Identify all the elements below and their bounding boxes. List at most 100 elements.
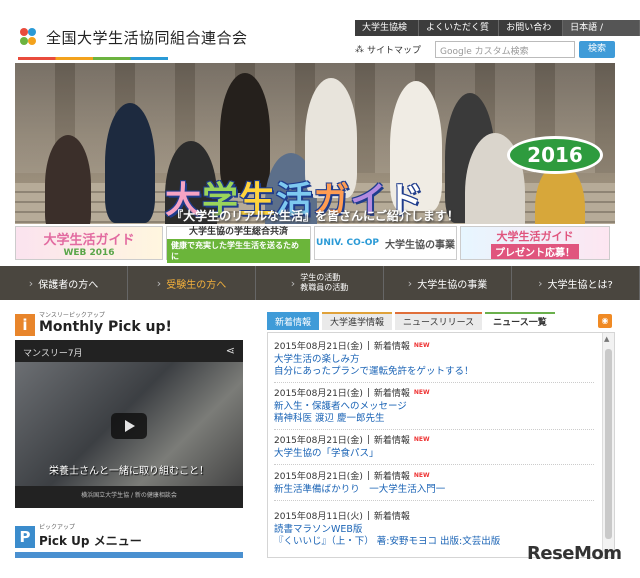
main-navigation: › 保護者の方へ › 受験生の方へ › 学生の活動 教職員の活動 › 大学生協の… bbox=[0, 266, 640, 300]
monthly-kana: マンスリーピックアップ bbox=[39, 312, 105, 319]
nav-applicants-label: 受験生の方へ bbox=[166, 279, 227, 291]
pickup-menu-heading: P ピックアップ Pick Up メニュー bbox=[15, 522, 245, 548]
news-item[interactable]: 2015年08月21日(金) | 新着情報 NEW 大学生協の「学食パス」 bbox=[274, 433, 594, 465]
banner-coop-business[interactable]: UNIV. CO-OP 大学生協の事業 bbox=[314, 226, 457, 260]
chevron-right-icon: › bbox=[290, 276, 296, 290]
tab-admission-info[interactable]: 大学進学情報 bbox=[322, 312, 393, 330]
pickup-menu-bar bbox=[15, 552, 243, 558]
banner-guide-web-sub: WEB 2016 bbox=[63, 247, 115, 258]
sitemap-link[interactable]: ⁂ サイトマップ bbox=[355, 43, 422, 57]
pickup-title: Pick Up メニュー bbox=[39, 534, 142, 548]
new-badge: NEW bbox=[413, 472, 430, 479]
monthly-title: Monthly Pick up! bbox=[39, 319, 172, 335]
news-meta: 2015年08月11日(火) | 新着情報 bbox=[274, 510, 410, 523]
news-category: 新着情報 bbox=[373, 512, 410, 522]
new-badge: NEW bbox=[413, 436, 430, 443]
video-title[interactable]: マンスリー7月 bbox=[23, 346, 83, 359]
nav-parents-label: 保護者の方へ bbox=[38, 279, 99, 291]
news-link[interactable]: 新生活準備ばかりり 一大学生活入門一 bbox=[274, 484, 594, 496]
hero-subtitle: 『大学生のリアルな生活』を皆さんにご紹介します！ bbox=[171, 209, 459, 223]
news-link[interactable]: 読書マラソンWEB版 bbox=[274, 524, 594, 536]
news-meta: 2015年08月21日(金) | 新着情報 NEW bbox=[274, 340, 430, 353]
tab-whats-new[interactable]: 新着情報 bbox=[267, 312, 320, 330]
news-date: 2015年08月11日(火) bbox=[274, 512, 363, 522]
play-button[interactable] bbox=[111, 413, 147, 439]
news-link[interactable]: 大学生協の「学食パス」 bbox=[274, 448, 594, 460]
new-badge: NEW bbox=[413, 342, 430, 349]
scroll-up-icon[interactable]: ▲ bbox=[604, 335, 609, 343]
news-item[interactable]: 2015年08月21日(金) | 新着情報 NEW 新入生・保護者へのメッセージ 精神… bbox=[274, 386, 594, 430]
top-navigation: 大学生協検索 よくいただく質問 お問い合わせ 日本語 / English bbox=[355, 20, 640, 49]
video-subcaption: 横浜国立大学生協 / 新の健康相談会 bbox=[81, 492, 177, 499]
search-input[interactable]: Google カスタム検索 bbox=[435, 41, 575, 58]
banner-mutual-aid-tag: 健康で充実した学生生活を送るために bbox=[167, 238, 310, 263]
video-player[interactable]: マンスリー7月 ⋖ 栄養士さんと一緒に取り組むこと！ 横浜国立大学生協 / 新の… bbox=[15, 340, 243, 508]
language-switch[interactable]: 日本語 / English bbox=[563, 20, 640, 49]
news-scrollbar[interactable]: ▲ ▼ bbox=[602, 333, 614, 557]
topnav-faq[interactable]: よくいただく質問 bbox=[418, 20, 500, 49]
scroll-thumb[interactable] bbox=[605, 349, 612, 539]
nav-about-label: 大学生協とは? bbox=[547, 279, 613, 291]
news-category: 新着情報 bbox=[373, 389, 410, 399]
news-meta: 2015年08月21日(金) | 新着情報 NEW bbox=[274, 470, 430, 483]
info-icon: i bbox=[15, 314, 35, 336]
news-date: 2015年08月21日(金) bbox=[274, 472, 363, 482]
tab-news-list[interactable]: ニュース一覧 bbox=[485, 312, 555, 330]
pickup-icon: P bbox=[15, 526, 35, 548]
banner-present[interactable]: 大学生活ガイド プレゼント応募！ bbox=[460, 226, 610, 260]
news-item[interactable]: 2015年08月21日(金) | 新着情報 NEW 大学生活の楽しみ方 自分にあったプ… bbox=[274, 339, 594, 383]
news-item[interactable]: 2015年08月21日(金) | 新着情報 NEW 新生活準備ばかりり 一大学生活入門… bbox=[274, 469, 594, 501]
topnav-contact[interactable]: お問い合わせ bbox=[499, 20, 564, 49]
banner-present-sub: プレゼント応募！ bbox=[491, 243, 579, 259]
coop-logo-icon[interactable] bbox=[18, 26, 38, 48]
hero-person bbox=[45, 135, 91, 235]
resemom-watermark-logo: ReseMom bbox=[527, 543, 622, 564]
rss-icon[interactable]: ◉ bbox=[598, 314, 612, 328]
monthly-pickup-heading: i マンスリーピックアップ Monthly Pick up! bbox=[15, 310, 245, 336]
hero-person bbox=[105, 103, 155, 223]
share-icon[interactable]: ⋖ bbox=[226, 344, 235, 357]
banner-coop-business-label: 大学生協の事業 bbox=[384, 239, 455, 251]
news-link[interactable]: 新入生・保護者へのメッセージ bbox=[274, 401, 594, 413]
news-tabs: 新着情報 大学進学情報 ニュースリリース ニュース一覧 bbox=[267, 312, 615, 330]
news-category: 新着情報 bbox=[373, 472, 410, 482]
news-date: 2015年08月21日(金) bbox=[274, 342, 363, 352]
nav-about[interactable]: › 大学生協とは? bbox=[512, 266, 640, 300]
chevron-right-icon: › bbox=[407, 276, 413, 290]
site-header: 全国大学生活協同組合連合会 大学生協検索 よくいただく質問 お問い合わせ 日本語… bbox=[0, 0, 640, 62]
sitemap-label: サイトマップ bbox=[367, 46, 422, 56]
logo-underline bbox=[18, 57, 168, 60]
search-button[interactable]: 検索 bbox=[579, 41, 615, 58]
news-link[interactable]: 大学生活の楽しみ方 bbox=[274, 354, 594, 366]
pickup-kana: ピックアップ bbox=[39, 524, 76, 531]
news-link[interactable]: 精神科医 渡辺 慶一郎先生 bbox=[274, 413, 594, 425]
nav-applicants[interactable]: › 受験生の方へ bbox=[128, 266, 256, 300]
chevron-right-icon: › bbox=[28, 276, 34, 290]
news-link[interactable]: 自分にあったプランで運転免許をゲットする！ bbox=[274, 366, 594, 378]
banner-guide-web[interactable]: 大学生活ガイド WEB 2016 bbox=[15, 226, 163, 260]
news-category: 新着情報 bbox=[373, 342, 410, 352]
news-category: 新着情報 bbox=[373, 436, 410, 446]
banner-mutual-aid-title: 大学生協の学生総合共済 bbox=[188, 226, 288, 237]
tab-news-release[interactable]: ニュースリリース bbox=[395, 312, 483, 330]
nav-activities[interactable]: › 学生の活動 教職員の活動 bbox=[256, 266, 384, 300]
nav-activities-label: 学生の活動 教職員の活動 bbox=[300, 273, 349, 292]
banner-guide-web-title: 大学生活ガイド bbox=[43, 232, 135, 248]
news-meta: 2015年08月21日(金) | 新着情報 NEW bbox=[274, 387, 430, 400]
banner-univ-coop-logo: UNIV. CO-OP bbox=[316, 238, 379, 248]
topnav-coop-search[interactable]: 大学生協検索 bbox=[355, 20, 419, 49]
banner-present-title: 大学生活ガイド bbox=[496, 229, 574, 243]
sitemap-icon: ⁂ bbox=[355, 44, 364, 55]
news-date: 2015年08月21日(金) bbox=[274, 389, 363, 399]
nav-business[interactable]: › 大学生協の事業 bbox=[384, 266, 512, 300]
nav-business-label: 大学生協の事業 bbox=[417, 279, 488, 291]
org-name[interactable]: 全国大学生活協同組合連合会 bbox=[46, 27, 248, 48]
nav-parents[interactable]: › 保護者の方へ bbox=[0, 266, 128, 300]
banner-mutual-aid[interactable]: 大学生協の学生総合共済 健康で充実した学生生活を送るために bbox=[166, 226, 311, 263]
chevron-right-icon: › bbox=[538, 276, 543, 290]
news-date: 2015年08月21日(金) bbox=[274, 436, 363, 446]
new-badge: NEW bbox=[413, 389, 430, 396]
news-list[interactable]: 2015年08月21日(金) | 新着情報 NEW 大学生活の楽しみ方 自分にあったプ… bbox=[267, 332, 615, 558]
year-bubble: 2016 bbox=[507, 136, 603, 174]
chevron-right-icon: › bbox=[156, 276, 162, 290]
